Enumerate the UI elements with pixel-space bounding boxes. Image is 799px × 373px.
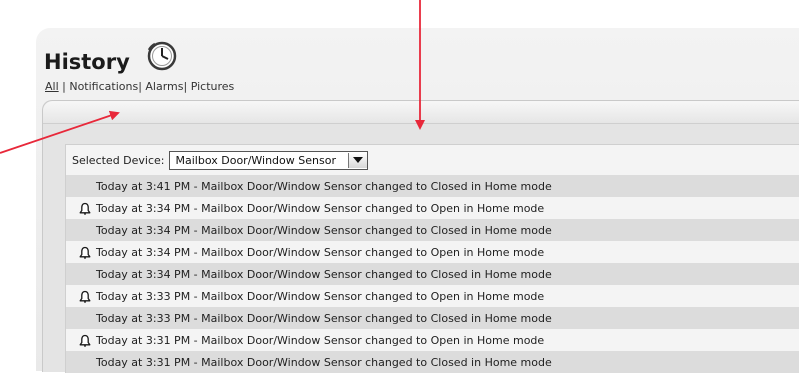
event-row: Today at 3:34 PM - Mailbox Door/Window S… [66, 197, 799, 219]
alert-slot [66, 197, 96, 219]
event-text: Today at 3:33 PM - Mailbox Door/Window S… [96, 311, 552, 325]
event-row: Today at 3:33 PM - Mailbox Door/Window S… [66, 285, 799, 307]
filter-pictures-link[interactable]: Pictures [191, 80, 235, 93]
filter-all-link[interactable]: All [45, 80, 59, 93]
panel-body: Selected Device: Mailbox Door/Window Sen… [65, 144, 799, 373]
bell-icon [79, 334, 91, 347]
event-text: Today at 3:34 PM - Mailbox Door/Window S… [96, 245, 545, 259]
panel-header [43, 101, 799, 124]
event-row: Today at 3:34 PM - Mailbox Door/Window S… [66, 219, 799, 241]
history-panel: Selected Device: Mailbox Door/Window Sen… [42, 100, 799, 373]
event-row: Today at 3:31 PM - Mailbox Door/Window S… [66, 351, 799, 373]
event-row: Today at 3:34 PM - Mailbox Door/Window S… [66, 263, 799, 285]
alert-slot [66, 219, 96, 241]
event-text: Today at 3:31 PM - Mailbox Door/Window S… [96, 355, 552, 369]
filter-alarms-link[interactable]: Alarms [145, 80, 183, 93]
event-text: Today at 3:34 PM - Mailbox Door/Window S… [96, 223, 552, 237]
event-text: Today at 3:31 PM - Mailbox Door/Window S… [96, 333, 545, 347]
filter-separator: | [183, 80, 191, 93]
event-text: Today at 3:33 PM - Mailbox Door/Window S… [96, 289, 545, 303]
alert-slot [66, 263, 96, 285]
filter-separator: | [58, 80, 70, 93]
event-text: Today at 3:41 PM - Mailbox Door/Window S… [96, 179, 552, 193]
history-page: History All | Notifications| Alarms| Pic… [36, 28, 799, 373]
device-select-value: Mailbox Door/Window Sensor [175, 153, 336, 167]
device-select[interactable]: Mailbox Door/Window Sensor [168, 150, 368, 170]
alert-slot [66, 285, 96, 307]
clock-icon [147, 41, 177, 71]
event-text: Today at 3:34 PM - Mailbox Door/Window S… [96, 267, 552, 281]
alert-slot [66, 175, 96, 197]
event-text: Today at 3:34 PM - Mailbox Door/Window S… [96, 201, 545, 215]
alert-slot [66, 307, 96, 329]
bell-icon [79, 246, 91, 259]
bell-icon [79, 202, 91, 215]
chevron-down-icon [352, 156, 363, 163]
device-selector-label: Selected Device: [72, 153, 165, 167]
event-row: Today at 3:34 PM - Mailbox Door/Window S… [66, 241, 799, 263]
alert-slot [66, 351, 96, 373]
event-row: Today at 3:41 PM - Mailbox Door/Window S… [66, 175, 799, 197]
event-row: Today at 3:33 PM - Mailbox Door/Window S… [66, 307, 799, 329]
device-selector-row: Selected Device: Mailbox Door/Window Sen… [72, 149, 368, 171]
filter-notifications-link[interactable]: Notifications [69, 80, 138, 93]
bell-icon [79, 290, 91, 303]
alert-slot [66, 329, 96, 351]
alert-slot [66, 241, 96, 263]
dropdown-button[interactable] [347, 152, 367, 168]
event-row: Today at 3:31 PM - Mailbox Door/Window S… [66, 329, 799, 351]
event-list: Today at 3:41 PM - Mailbox Door/Window S… [66, 175, 799, 373]
history-filter-bar: All | Notifications| Alarms| Pictures [45, 80, 234, 93]
page-title: History [44, 50, 130, 74]
